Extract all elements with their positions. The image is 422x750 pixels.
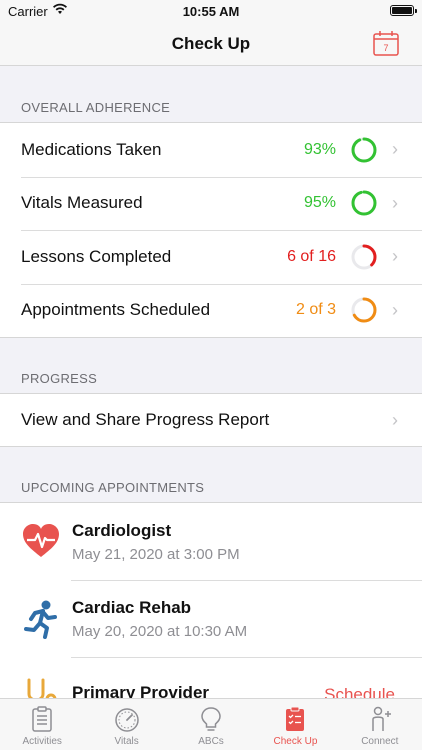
row-value: 2 of 3 (295, 301, 336, 319)
tab-check-up[interactable]: Check Up (253, 699, 337, 750)
row-label: Lessons Completed (21, 246, 172, 266)
row-label: Appointments Scheduled (21, 300, 211, 320)
appointment-name: Cardiac Rehab (72, 597, 192, 617)
calendar-button[interactable]: 7 (372, 29, 400, 57)
tab-label: Check Up (273, 736, 318, 747)
appointment-name: Cardiologist (72, 520, 172, 540)
runner-icon (24, 600, 57, 639)
tab-label: Vitals (114, 736, 139, 747)
section-header-adherence: OVERALL ADHERENCE (21, 100, 171, 115)
row-label: Medications Taken (21, 139, 162, 159)
navigation-bar: Check Up 7 (0, 22, 422, 66)
chevron-right-icon: › (392, 299, 398, 320)
row-value: 6 of 16 (287, 247, 336, 265)
appointment-item[interactable]: Cardiologist May 21, 2020 at 3:00 PM (0, 503, 422, 580)
appointment-date: May 20, 2020 at 10:30 AM (72, 622, 248, 640)
chevron-right-icon: › (392, 192, 398, 213)
clipboard-icon (32, 706, 52, 732)
row-lessons-completed[interactable]: Lessons Completed 6 of 16 › (0, 230, 422, 284)
calendar-icon: 7 (373, 31, 399, 56)
adherence-group: Medications Taken 93% › Vitals Measured … (0, 122, 422, 338)
chevron-right-icon: › (392, 409, 398, 430)
progress-ring (351, 137, 377, 163)
tab-label: Connect (361, 736, 399, 747)
checklist-icon (286, 706, 305, 731)
appointment-date: May 21, 2020 at 3:00 PM (72, 545, 240, 563)
stethoscope-icon (27, 678, 57, 698)
tab-vitals[interactable]: Vitals (84, 699, 168, 750)
clock: 10:55 AM (182, 4, 240, 19)
content-scroll[interactable]: OVERALL ADHERENCE Medications Taken 93% … (0, 67, 422, 698)
lightbulb-icon (201, 707, 221, 731)
appointments-group: Cardiologist May 21, 2020 at 3:00 PM Car… (0, 502, 422, 698)
tab-activities[interactable]: Activities (0, 699, 84, 750)
gauge-icon (114, 708, 139, 732)
tab-connect[interactable]: Connect (338, 699, 422, 750)
tab-label: Activities (22, 736, 62, 747)
chevron-right-icon: › (392, 139, 398, 160)
status-bar: Carrier 10:55 AM (0, 0, 422, 22)
tab-bar: Activities Vitals ABCs Check Up Connect (0, 698, 422, 750)
progress-group: View and Share Progress Report › (0, 393, 422, 447)
row-label: Vitals Measured (21, 193, 143, 213)
battery-icon (390, 5, 417, 16)
schedule-button[interactable]: Schedule (324, 685, 395, 698)
calendar-day: 7 (383, 43, 388, 53)
section-header-appointments: UPCOMING APPOINTMENTS (21, 480, 205, 495)
progress-ring (351, 297, 377, 323)
progress-ring (351, 244, 377, 270)
progress-ring (351, 190, 377, 216)
person-add-icon (372, 706, 391, 731)
tab-abcs[interactable]: ABCs (169, 699, 253, 750)
appointment-item[interactable]: Primary Provider Schedule (0, 657, 422, 698)
row-medications-taken[interactable]: Medications Taken 93% › (0, 123, 422, 177)
tab-label: ABCs (198, 736, 224, 747)
chevron-right-icon: › (392, 246, 398, 267)
heart-icon (23, 523, 59, 557)
row-value: 93% (303, 140, 336, 158)
section-header-progress: PROGRESS (21, 371, 98, 386)
row-view-share-progress-report[interactable]: View and Share Progress Report › (0, 394, 422, 446)
page-title: Check Up (171, 34, 251, 53)
row-value: 95% (303, 194, 336, 212)
appointment-item[interactable]: Cardiac Rehab May 20, 2020 at 10:30 AM (0, 580, 422, 657)
row-vitals-measured[interactable]: Vitals Measured 95% › (0, 176, 422, 231)
row-appointments-scheduled[interactable]: Appointments Scheduled 2 of 3 › (0, 283, 422, 338)
row-label: View and Share Progress Report (21, 410, 270, 429)
